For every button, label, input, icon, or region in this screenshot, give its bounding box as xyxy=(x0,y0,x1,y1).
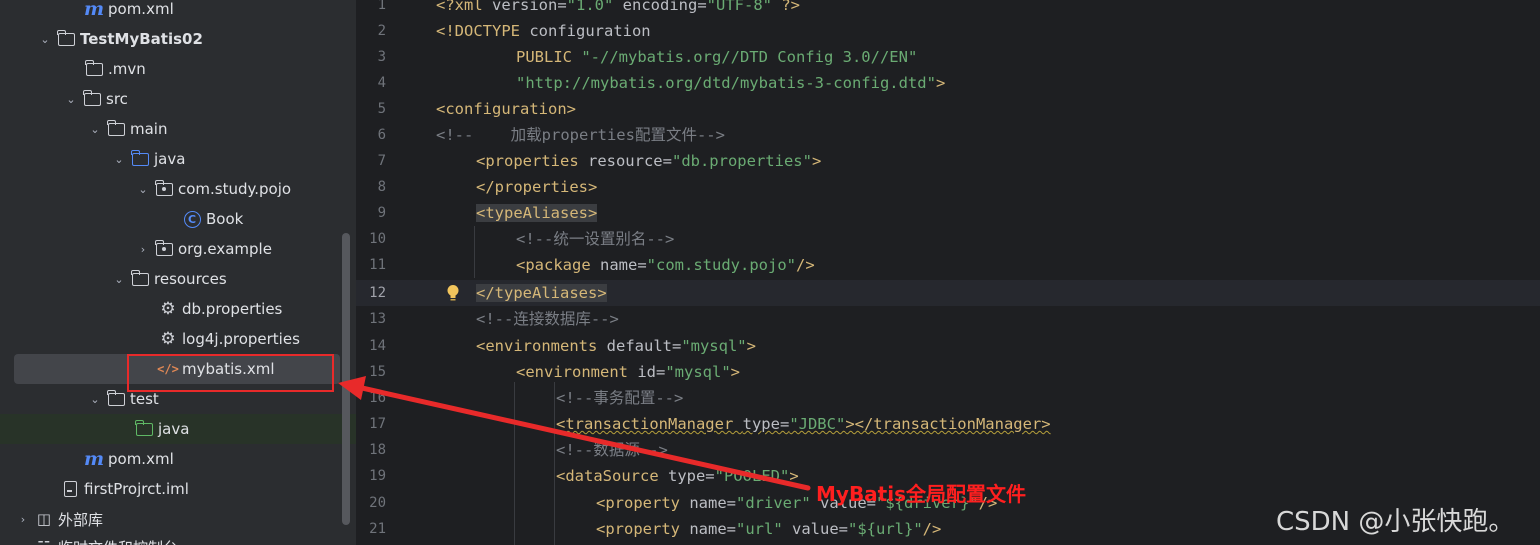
chevron-right-icon[interactable]: › xyxy=(136,243,150,256)
tree-item-testmybatis02[interactable]: ⌄ TestMyBatis02 xyxy=(0,24,356,54)
code-line: 13 <!--连接数据库--> xyxy=(369,310,619,328)
code-editor[interactable]: 1 <?xml version="1.0" encoding="UTF-8" ?… xyxy=(356,0,1540,545)
tree-item-scratches[interactable]: › ☷ 临时文件和控制台 xyxy=(0,532,356,545)
test-source-folder-icon xyxy=(134,419,154,438)
maven-icon: m xyxy=(83,447,105,470)
package-icon xyxy=(154,239,174,258)
scratch-icon: ☷ xyxy=(34,538,54,545)
properties-icon: ⚙ xyxy=(160,328,176,349)
chevron-right-icon[interactable]: › xyxy=(16,541,30,545)
code-line: 4 "http://mybatis.org/dtd/mybatis-3-conf… xyxy=(377,74,946,92)
code-line: 8 </properties> xyxy=(377,178,598,196)
tree-item-main[interactable]: ⌄ main xyxy=(0,114,356,144)
tree-item-pom-xml-2[interactable]: m pom.xml xyxy=(0,444,356,474)
tree-item-com-study-pojo[interactable]: ⌄ com.study.pojo xyxy=(0,174,356,204)
chevron-down-icon[interactable]: ⌄ xyxy=(64,93,78,106)
tree-item-mvn[interactable]: .mvn xyxy=(0,54,356,84)
code-line: 16 <!--事务配置--> xyxy=(369,389,684,407)
tree-item-log4j-properties[interactable]: ⚙ log4j.properties xyxy=(0,324,356,354)
code-line-current: 12 </typeAliases> xyxy=(356,280,1540,306)
class-icon: C xyxy=(182,210,202,228)
library-icon: ◫ xyxy=(36,510,52,528)
tree-item-pom-xml[interactable]: m pom.xml xyxy=(0,0,356,24)
watermark: CSDN @小张快跑。 xyxy=(1276,507,1515,537)
tree-item-src[interactable]: ⌄ src xyxy=(0,84,356,114)
lightbulb-icon[interactable] xyxy=(446,284,460,302)
chevron-down-icon[interactable]: ⌄ xyxy=(136,183,150,196)
module-folder-icon xyxy=(56,29,76,48)
code-line: 7 <properties resource="db.properties"> xyxy=(377,152,822,170)
package-icon xyxy=(154,179,174,198)
chevron-down-icon[interactable]: ⌄ xyxy=(112,153,126,166)
source-folder-icon xyxy=(130,149,150,168)
chevron-down-icon[interactable]: ⌄ xyxy=(88,123,102,136)
folder-icon xyxy=(82,89,102,108)
code-line: 15 <environment id="mysql"> xyxy=(369,363,740,381)
properties-icon: ⚙ xyxy=(160,298,176,319)
code-line: 9 <typeAliases> xyxy=(377,204,598,222)
chevron-down-icon[interactable]: ⌄ xyxy=(88,393,102,406)
folder-icon xyxy=(106,389,126,408)
code-line: 5 <configuration> xyxy=(377,100,576,118)
xml-file-icon: </> xyxy=(157,362,179,376)
chevron-right-icon[interactable]: › xyxy=(16,513,30,526)
code-line: 10 <!--统一设置别名--> xyxy=(369,230,675,248)
tree-item-firstprojrct-iml[interactable]: firstProjrct.iml xyxy=(0,474,356,504)
code-line: 3 PUBLIC "-//mybatis.org//DTD Config 3.0… xyxy=(377,48,918,66)
tree-item-book[interactable]: C Book xyxy=(0,204,356,234)
code-line: 14 <environments default="mysql"> xyxy=(369,337,756,355)
tree-item-resources[interactable]: ⌄ resources xyxy=(0,264,356,294)
code-line: 17 <transactionManager type="JDBC"></tra… xyxy=(369,415,1051,433)
project-tree-panel: m pom.xml ⌄ TestMyBatis02 .mvn ⌄ src ⌄ m… xyxy=(0,0,356,545)
folder-icon xyxy=(84,59,104,78)
tree-item-org-example[interactable]: › org.example xyxy=(0,234,356,264)
tree-item-test-java[interactable]: java xyxy=(0,414,356,444)
resources-folder-icon xyxy=(130,269,150,288)
code-line: 11 <package name="com.study.pojo"/> xyxy=(369,256,815,274)
tree-item-java[interactable]: ⌄ java xyxy=(0,144,356,174)
code-line: 2 <!DOCTYPE configuration xyxy=(377,22,651,40)
code-line: 1 <?xml version="1.0" encoding="UTF-8" ?… xyxy=(377,0,800,14)
tree-scrollbar[interactable] xyxy=(342,233,350,525)
annotation-label: MyBatis全局配置文件 xyxy=(816,482,1026,506)
iml-file-icon xyxy=(60,480,80,498)
tree-item-external-libraries[interactable]: › ◫ 外部库 xyxy=(0,504,356,534)
chevron-down-icon[interactable]: ⌄ xyxy=(38,33,52,46)
folder-icon xyxy=(106,119,126,138)
code-line: 6 <!-- 加载properties配置文件--> xyxy=(377,126,725,144)
code-line: 18 <!--数据源--> xyxy=(369,441,668,459)
chevron-down-icon[interactable]: ⌄ xyxy=(112,273,126,286)
tree-item-db-properties[interactable]: ⚙ db.properties xyxy=(0,294,356,324)
maven-icon: m xyxy=(83,0,105,20)
